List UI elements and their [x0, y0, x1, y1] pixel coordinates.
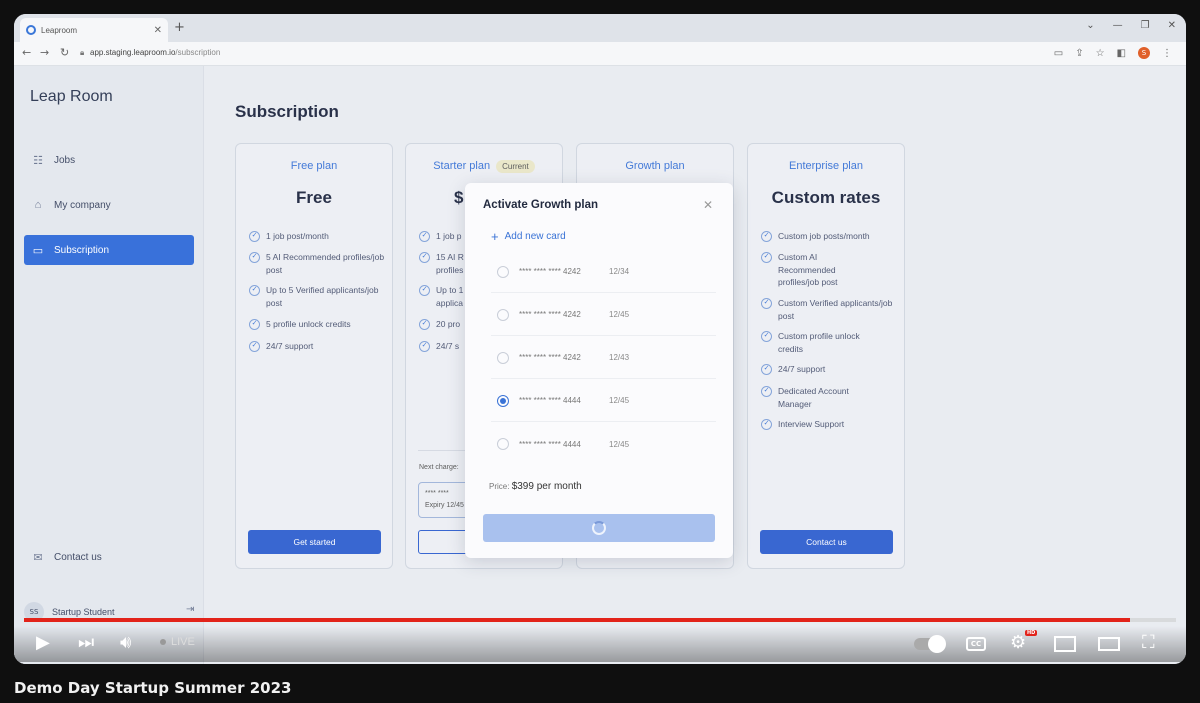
- player-controls: ▶ ⏭ 🔊︎ LIVE CC ⚙ HD ⛶: [14, 626, 1186, 662]
- hd-badge: HD: [1025, 630, 1038, 636]
- price-line: Price: $399 per month: [489, 481, 582, 492]
- chevron-down-icon[interactable]: ⌄: [1086, 20, 1094, 31]
- close-icon[interactable]: ✕: [154, 25, 162, 36]
- activate-button[interactable]: [483, 514, 715, 542]
- progress-fill[interactable]: [24, 618, 1130, 622]
- minimize-icon[interactable]: —: [1113, 20, 1123, 31]
- spinner-icon: [592, 521, 606, 535]
- theater-mode-icon[interactable]: [1098, 637, 1120, 651]
- next-icon[interactable]: ⏭: [78, 632, 94, 653]
- miniplayer-icon[interactable]: [1054, 636, 1076, 652]
- video-player[interactable]: Leaproom ✕ + ⌄ — ❐ ✕ ← → ↻ 🔒︎ app.stagin…: [14, 14, 1186, 664]
- back-icon[interactable]: ←: [22, 46, 31, 59]
- video-frame: Leaproom ✕ + ⌄ — ❐ ✕ ← → ↻ 🔒︎ app.stagin…: [14, 14, 1186, 664]
- profile-avatar[interactable]: S: [1138, 47, 1150, 59]
- radio-button[interactable]: [497, 265, 509, 278]
- close-window-icon[interactable]: ✕: [1168, 20, 1176, 31]
- close-icon[interactable]: ✕: [703, 198, 713, 212]
- add-new-card-button[interactable]: + Add new card: [491, 229, 566, 244]
- tab-title: Leaproom: [41, 25, 78, 35]
- browser-tabbar: Leaproom ✕ + ⌄ — ❐ ✕: [14, 14, 1186, 42]
- star-icon[interactable]: ☆: [1096, 48, 1105, 59]
- radio-button[interactable]: [497, 308, 509, 321]
- install-icon[interactable]: ▭: [1054, 48, 1063, 59]
- activate-plan-modal: Activate Growth plan ✕ + Add new card **…: [465, 183, 733, 558]
- modal-title: Activate Growth plan: [483, 199, 599, 211]
- saved-card-row[interactable]: **** **** **** 4444 12/45: [491, 423, 716, 465]
- radio-button-selected[interactable]: [497, 394, 509, 407]
- autoplay-toggle[interactable]: [914, 635, 946, 653]
- favicon-icon: [26, 25, 36, 35]
- sidepanel-icon[interactable]: ◧: [1117, 48, 1126, 59]
- share-icon[interactable]: ⇪: [1075, 48, 1083, 59]
- saved-card-row[interactable]: **** **** **** 4242 12/45: [491, 294, 716, 336]
- saved-card-row[interactable]: **** **** **** 4444 12/45: [491, 380, 716, 422]
- app: Leap Room ☷ Jobs ⌂ My company ▭ Subscrip…: [14, 66, 1186, 664]
- menu-icon[interactable]: ⋮: [1162, 48, 1172, 59]
- saved-card-row[interactable]: **** **** **** 4242 12/34: [491, 251, 716, 293]
- forward-icon[interactable]: →: [40, 46, 49, 59]
- saved-card-row[interactable]: **** **** **** 4242 12/43: [491, 337, 716, 379]
- live-indicator[interactable]: LIVE: [160, 636, 195, 648]
- url-field[interactable]: app.staging.leaproom.io/subscription: [90, 48, 220, 57]
- window-controls: ⌄ — ❐ ✕: [1086, 20, 1176, 31]
- radio-button[interactable]: [497, 351, 509, 364]
- radio-button[interactable]: [497, 438, 509, 450]
- video-title: Demo Day Startup Summer 2023: [14, 679, 292, 697]
- captions-button[interactable]: CC: [966, 637, 986, 651]
- volume-icon[interactable]: 🔊︎: [120, 632, 131, 653]
- reload-icon[interactable]: ↻: [60, 46, 69, 59]
- browser-tab[interactable]: Leaproom ✕: [20, 18, 168, 42]
- plus-icon: +: [491, 229, 499, 244]
- live-dot-icon: [160, 639, 166, 645]
- restore-icon[interactable]: ❐: [1141, 20, 1150, 31]
- new-tab-icon[interactable]: +: [174, 20, 185, 35]
- settings-icon[interactable]: ⚙: [1010, 632, 1026, 653]
- play-icon[interactable]: ▶: [36, 632, 50, 653]
- lock-icon: 🔒︎: [80, 48, 85, 57]
- fullscreen-icon[interactable]: ⛶: [1142, 632, 1155, 653]
- address-bar: ← → ↻ 🔒︎ app.staging.leaproom.io/subscri…: [14, 42, 1186, 66]
